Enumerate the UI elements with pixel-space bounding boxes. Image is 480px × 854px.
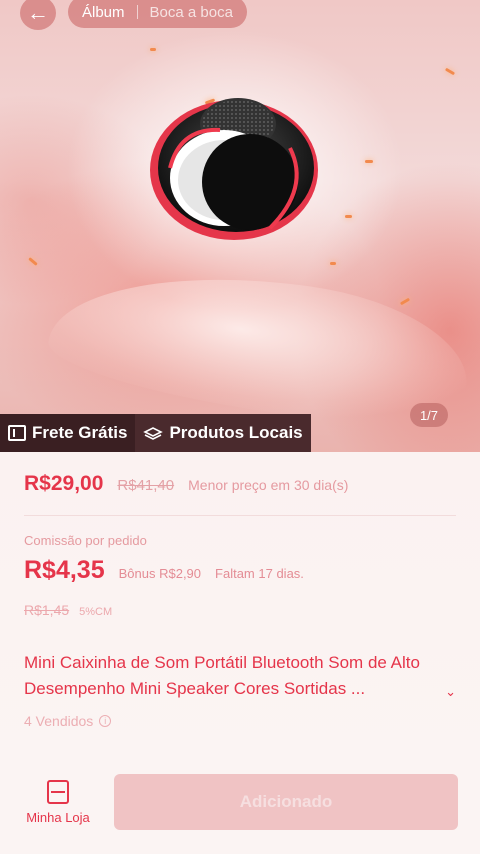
commission-label: Comissão por pedido (24, 533, 147, 548)
badge-frete-gratis: Frete Grátis (0, 414, 136, 452)
store-label: Minha Loja (26, 810, 90, 825)
commission-time-left: Faltam 17 dias. (215, 566, 304, 581)
store-icon (47, 780, 69, 804)
commission-row: R$4,35 Bônus R$2,90 Faltam 17 dias. (24, 556, 304, 585)
image-counter: 1/7 (410, 403, 448, 427)
spark-decoration (365, 160, 373, 163)
shipping-icon (143, 427, 164, 440)
tab-boca-a-boca[interactable]: Boca a boca (150, 4, 233, 21)
badge-produtos-locais: Produtos Locais (135, 414, 311, 452)
old-commission-value: R$1,45 (24, 602, 70, 618)
sold-count: 4 Vendidos (24, 713, 94, 729)
spark-decoration (150, 48, 156, 51)
chevron-down-icon[interactable]: ⌄ (445, 684, 456, 700)
spark-decoration (28, 257, 38, 266)
commission-bonus: Bônus R$2,90 (118, 566, 202, 581)
old-commission-row: R$1,45 5%CM (24, 602, 112, 618)
my-store-button[interactable]: Minha Loja (20, 780, 96, 836)
commission-rate: 5%CM (79, 606, 113, 618)
current-price: R$29,00 (24, 472, 104, 495)
product-title[interactable]: Mini Caixinha de Som Portátil Bluetooth … (24, 650, 444, 702)
shipping-badges: Frete Grátis Produtos Locais (0, 414, 311, 452)
back-arrow-icon: ← (27, 0, 49, 25)
back-button[interactable]: ← (20, 0, 56, 30)
sold-row: 4 Vendidos i (24, 713, 112, 729)
price-row: R$29,00 R$41,40 Menor preço em 30 dia(s) (24, 472, 348, 496)
tab-divider (136, 5, 138, 19)
commission-value: R$4,35 (24, 556, 105, 584)
product-info: R$29,00 R$41,40 Menor preço em 30 dia(s)… (0, 452, 480, 774)
divider (24, 515, 456, 516)
lowest-price-note: Menor preço em 30 dia(s) (188, 477, 349, 493)
top-navigation: ← Álbum Boca a boca (0, 0, 480, 30)
calendar-icon (8, 425, 26, 441)
bottom-bar: Minha Loja Adicionado (0, 774, 480, 854)
gallery-tabs: Álbum Boca a boca (68, 0, 247, 28)
info-icon[interactable]: i (99, 715, 112, 727)
spark-decoration (444, 67, 456, 76)
added-button[interactable]: Adicionado (114, 774, 458, 830)
original-price: R$41,40 (117, 477, 175, 494)
spark-decoration (330, 262, 336, 265)
badge-label: Frete Grátis (32, 423, 128, 442)
product-image-gallery[interactable]: ← Álbum Boca a boca 1/7 Frete Grátis Pro… (0, 0, 480, 452)
badge-label: Produtos Locais (169, 423, 303, 442)
tab-album[interactable]: Álbum (82, 4, 125, 21)
speaker-product-image (150, 98, 318, 240)
spark-decoration (399, 297, 411, 306)
spark-decoration (345, 215, 352, 218)
